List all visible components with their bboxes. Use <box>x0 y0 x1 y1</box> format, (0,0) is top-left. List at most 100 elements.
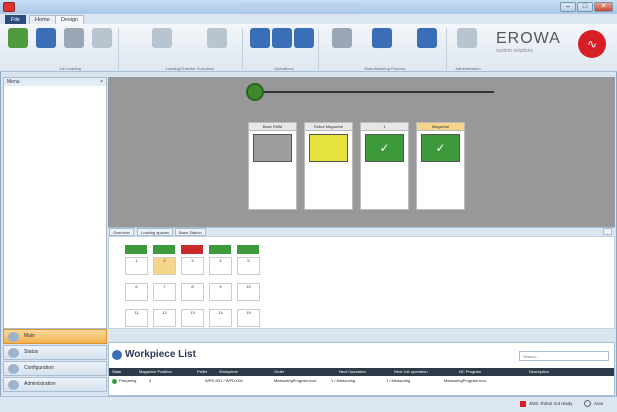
pallet-green-icon[interactable] <box>125 245 147 254</box>
ribbon-separator <box>118 28 119 70</box>
tab-home[interactable]: Home <box>29 15 56 24</box>
magazine-cell[interactable]: 6 <box>125 283 148 301</box>
ribbon-job-button[interactable] <box>34 28 58 66</box>
menu-bar <box>0 14 617 24</box>
app-menu-button[interactable] <box>3 2 15 12</box>
ribbon-separator <box>446 28 447 70</box>
erowa-logo: EROWA system solutions ∿ <box>496 30 606 66</box>
magazine-cell[interactable]: 10 <box>237 283 260 301</box>
ribbon-separator <box>318 28 319 70</box>
left-panel-header: Menu <box>4 78 106 86</box>
ribbon-load-button[interactable] <box>6 28 30 66</box>
magazine-cell[interactable]: 2 <box>153 257 176 275</box>
left-panel: Menu × <box>3 77 107 329</box>
slot-1[interactable]: 1 ✓ <box>360 122 409 210</box>
nav-administration[interactable]: Administration <box>3 377 107 392</box>
nav-main[interactable]: Main <box>3 329 107 344</box>
ribbon-remove-button[interactable] <box>90 28 114 66</box>
column-header[interactable]: NC Program <box>459 368 481 376</box>
configuration-icon <box>8 364 19 374</box>
status-bar: JMS: Robot not ready Auto <box>0 396 617 412</box>
slot-robot-magazine[interactable]: Robot Magazine <box>304 122 353 210</box>
column-header[interactable]: Next Job operation <box>394 368 428 376</box>
ribbon-unload-button[interactable] <box>205 28 229 66</box>
nav-label: Status <box>24 349 39 355</box>
nav-label: Administration <box>24 381 56 387</box>
pallet-red-icon[interactable] <box>181 245 203 254</box>
magazine-cell[interactable]: 9 <box>209 283 232 301</box>
slot-header: Robot Magazine <box>305 123 352 131</box>
mode-text: Auto <box>594 401 604 406</box>
workpiece-list-panel: Workpiece List State Magazine Position P… <box>108 342 615 396</box>
tab-file[interactable]: File <box>5 15 26 24</box>
status-text: JMS: Robot not ready <box>529 401 573 406</box>
slot-header: 1 <box>361 123 408 131</box>
ribbon-transfer-button[interactable] <box>62 28 86 66</box>
ribbon-op2-button[interactable] <box>272 28 292 66</box>
minimize-button[interactable]: – <box>560 2 576 12</box>
ribbon-process-button[interactable] <box>370 28 394 66</box>
slot-header: Base EMM <box>249 123 296 131</box>
magazine-cell[interactable]: 5 <box>237 257 260 275</box>
tab-design[interactable]: Design <box>55 15 85 24</box>
nav-label: Configuration <box>24 365 54 371</box>
slot-base-emm[interactable]: Base EMM <box>248 122 297 210</box>
ribbon-group-label: Manufacturing Process <box>364 66 406 71</box>
ribbon-op1-button[interactable] <box>250 28 270 66</box>
column-header[interactable]: Magazine Position <box>139 368 172 376</box>
main-icon <box>8 332 19 342</box>
magazine-cell[interactable]: 12 <box>153 309 176 327</box>
column-header[interactable]: Workpiece <box>219 368 238 376</box>
alert-icon <box>520 401 526 407</box>
nav-configuration[interactable]: Configuration <box>3 361 107 376</box>
table-cell: Preparing <box>119 378 137 383</box>
table-cell: MeasuringProgram.mcc <box>444 378 487 383</box>
close-button[interactable]: ✕ <box>594 2 613 12</box>
magazine-cell[interactable]: 3 <box>181 257 204 275</box>
ribbon-group-label: Job Loading <box>59 66 81 71</box>
ribbon-group-label: Operations <box>274 66 294 71</box>
ribbon-next-button[interactable] <box>415 28 439 66</box>
tab-loading-spaces[interactable]: Loading spaces <box>137 228 174 236</box>
ribbon-loading-button[interactable] <box>150 28 174 66</box>
magazine-cell[interactable]: 13 <box>181 309 204 327</box>
machine-view: Base EMM Robot Magazine 1 ✓ Magazine ✓ <box>108 77 615 227</box>
ribbon-op3-button[interactable] <box>294 28 314 66</box>
table-cell: 3 <box>149 378 152 383</box>
status-icon <box>8 348 19 358</box>
pallet-green-icon[interactable] <box>153 245 175 254</box>
column-header[interactable]: Order <box>274 368 284 376</box>
magazine-cell[interactable]: 4 <box>209 257 232 275</box>
workpiece-table-header: State Magazine Position Pallet Workpiece… <box>109 368 614 376</box>
magazine-cell[interactable]: 15 <box>237 309 260 327</box>
maximize-button[interactable]: □ <box>577 2 593 12</box>
pin-icon[interactable]: × <box>100 79 103 85</box>
magazine-cell[interactable]: 14 <box>209 309 232 327</box>
pallet-yellow-icon <box>309 134 348 162</box>
column-header[interactable]: State <box>112 368 121 376</box>
pallet-green-icon[interactable] <box>209 245 231 254</box>
window-title <box>240 3 360 11</box>
tab-base-station[interactable]: Base Station <box>175 228 206 236</box>
logo-emblem-icon: ∿ <box>578 30 606 58</box>
ribbon-robot-button[interactable] <box>330 28 354 66</box>
magazine-cell[interactable]: 7 <box>153 283 176 301</box>
magazine-cell[interactable]: 11 <box>125 309 148 327</box>
check-icon: ✓ <box>421 134 460 162</box>
column-header[interactable]: Description <box>529 368 549 376</box>
slot-magazine[interactable]: Magazine ✓ <box>416 122 465 210</box>
workpiece-search-input[interactable] <box>519 351 609 361</box>
table-row[interactable]: Preparing 3 WPD-001 / WPD-001 MeasuringP… <box>109 377 614 385</box>
magazine-cell[interactable]: 8 <box>181 283 204 301</box>
pallet-green-icon[interactable] <box>237 245 259 254</box>
nav-status[interactable]: Status <box>3 345 107 360</box>
column-header[interactable]: Pallet <box>197 368 207 376</box>
column-header[interactable]: Next Operation <box>339 368 366 376</box>
tab-overview[interactable]: Overview <box>109 228 134 236</box>
magazine-cell[interactable]: 1 <box>125 257 148 275</box>
table-cell: 1 / Measuring <box>386 378 411 383</box>
ribbon-admin-button[interactable] <box>455 28 479 66</box>
expand-icon[interactable] <box>603 228 612 235</box>
robot-rail <box>264 91 494 93</box>
robot-icon[interactable] <box>246 83 264 101</box>
